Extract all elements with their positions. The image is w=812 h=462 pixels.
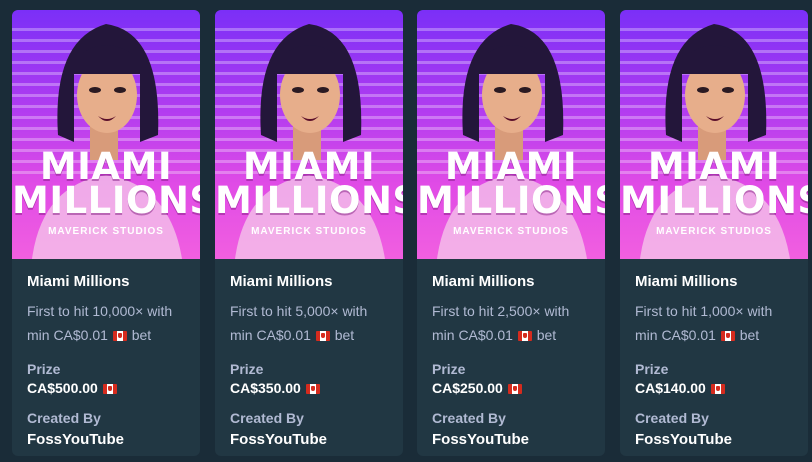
game-name[interactable]: Miami Millions [635,273,795,290]
game-name[interactable]: Miami Millions [230,273,390,290]
canada-flag-icon [710,384,725,394]
game-name[interactable]: Miami Millions [27,273,187,290]
prize-label: Prize [230,361,264,377]
canada-flag-icon [517,331,532,341]
created-by-label: Created By [432,410,506,426]
game-logo-title: MIAMI MILLIONS [215,145,403,222]
studio-logo: MAVERICK STUDIOS [251,226,367,237]
challenge-card[interactable]: MIAMI MILLIONS MAVERICK STUDIOS Miami Mil… [620,10,808,456]
challenge-card[interactable]: MIAMI MILLIONS MAVERICK STUDIOS Miami Mil… [12,10,200,456]
canada-flag-icon [315,331,330,341]
studio-logo: MAVERICK STUDIOS [656,226,772,237]
game-thumbnail[interactable]: MIAMI MILLIONS MAVERICK STUDIOS [215,10,403,259]
creator-name[interactable]: FossYouTube [27,431,187,448]
game-logo-title: MIAMI MILLIONS [620,145,808,222]
challenge-card[interactable]: MIAMI MILLIONS MAVERICK STUDIOS Miami Mil… [417,10,605,456]
challenge-description: First to hit 2,500× with min CA$0.01 bet [432,303,570,343]
prize-amount: CA$350.00 [230,380,390,396]
prize-label: Prize [432,361,466,377]
created-by-label: Created By [230,410,304,426]
creator-name[interactable]: FossYouTube [432,431,592,448]
challenge-description: First to hit 1,000× with min CA$0.01 bet [635,303,773,343]
created-by-label: Created By [27,410,101,426]
canada-flag-icon [102,384,117,394]
studio-logo: MAVERICK STUDIOS [453,226,569,237]
created-by-label: Created By [635,410,709,426]
canada-flag-icon [305,384,320,394]
canada-flag-icon [720,331,735,341]
canada-flag-icon [507,384,522,394]
game-thumbnail[interactable]: MIAMI MILLIONS MAVERICK STUDIOS [620,10,808,259]
creator-name[interactable]: FossYouTube [635,431,795,448]
prize-amount: CA$140.00 [635,380,795,396]
creator-name[interactable]: FossYouTube [230,431,390,448]
game-thumbnail[interactable]: MIAMI MILLIONS MAVERICK STUDIOS [12,10,200,259]
challenge-description: First to hit 5,000× with min CA$0.01 bet [230,303,368,343]
challenge-card[interactable]: MIAMI MILLIONS MAVERICK STUDIOS Miami Mil… [215,10,403,456]
challenge-description: First to hit 10,000× with min CA$0.01 be… [27,303,173,343]
game-logo-title: MIAMI MILLIONS [417,145,605,222]
canada-flag-icon [112,331,127,341]
studio-logo: MAVERICK STUDIOS [48,226,164,237]
prize-label: Prize [27,361,61,377]
prize-amount: CA$500.00 [27,380,187,396]
game-thumbnail[interactable]: MIAMI MILLIONS MAVERICK STUDIOS [417,10,605,259]
challenge-card-grid: MIAMI MILLIONS MAVERICK STUDIOS Miami Mil… [0,0,812,462]
game-logo-title: MIAMI MILLIONS [12,145,200,222]
prize-amount: CA$250.00 [432,380,592,396]
prize-label: Prize [635,361,669,377]
game-name[interactable]: Miami Millions [432,273,592,290]
